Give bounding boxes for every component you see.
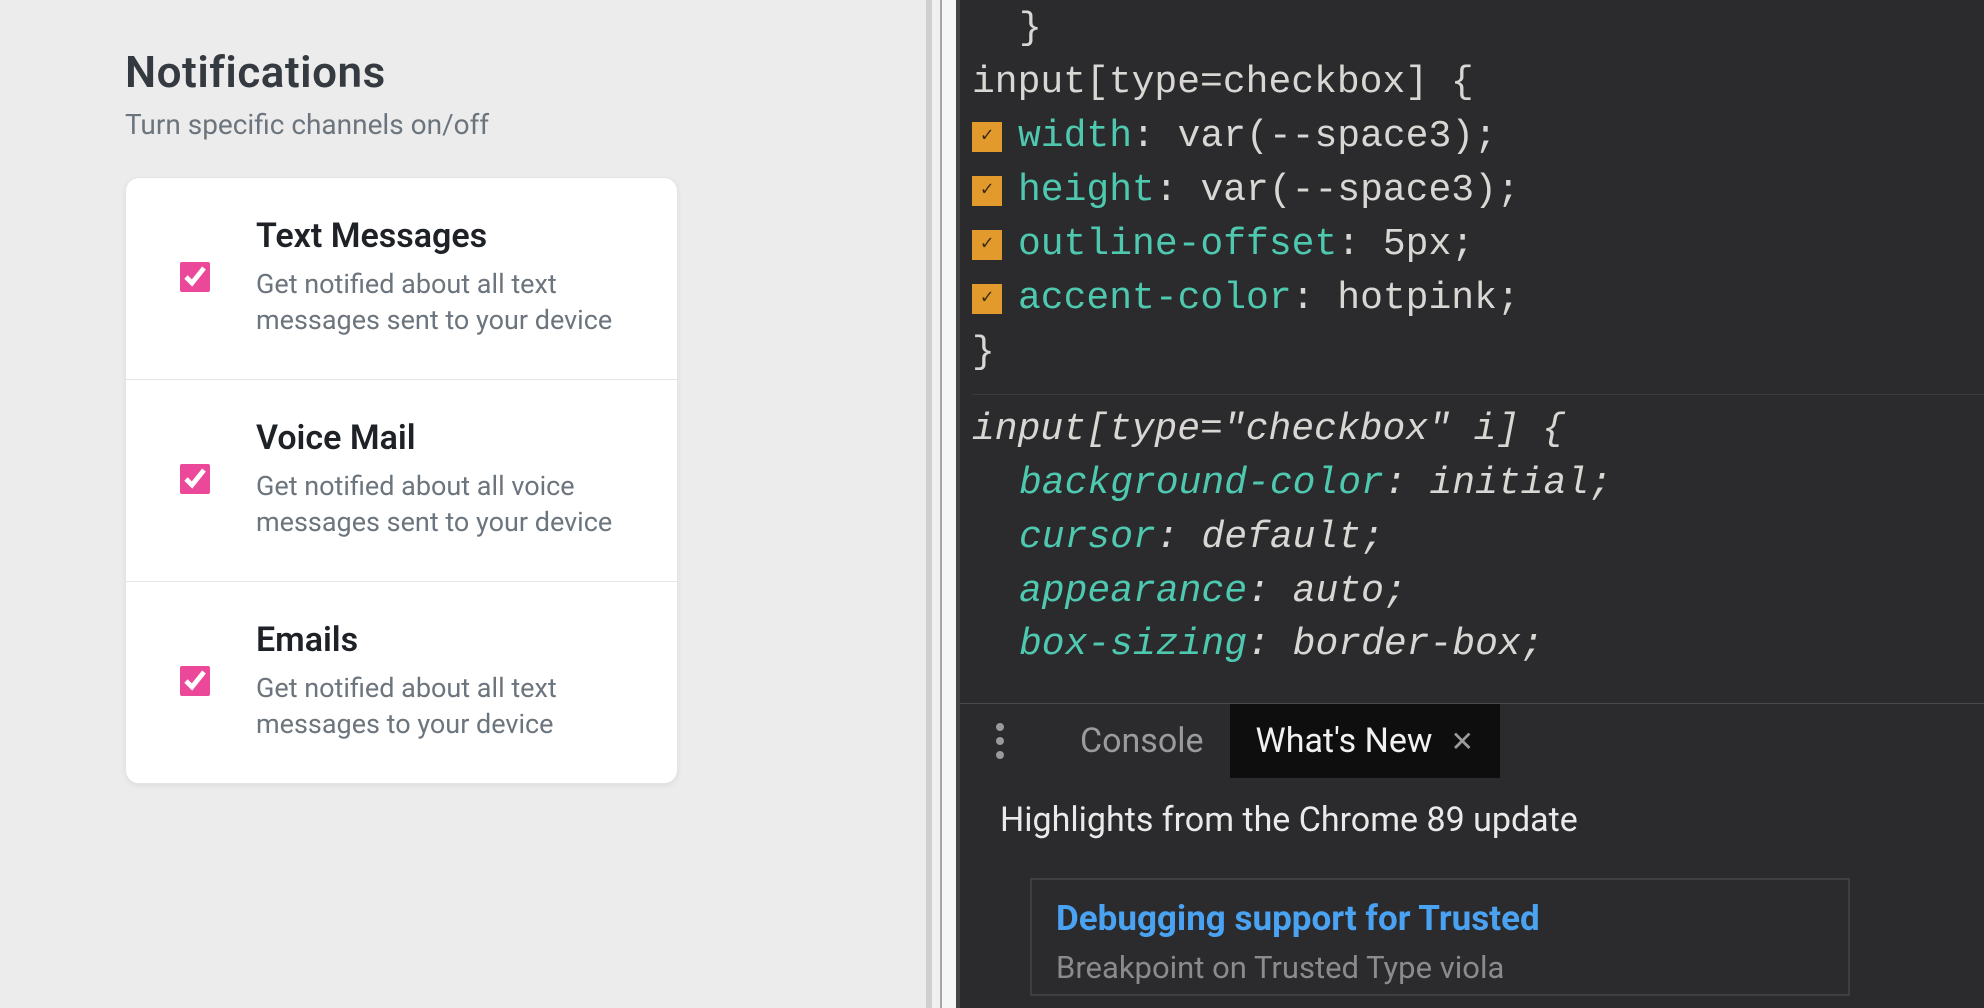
notifications-title: Notifications (125, 46, 685, 98)
drawer-tabs: Console What's New ✕ (960, 704, 1984, 778)
list-item-desc: Get notified about all text messages to … (256, 670, 643, 743)
css-rule-block: } input[type=checkbox] { width: var(--sp… (972, 0, 1984, 380)
drawer-body: Highlights from the Chrome 89 update Deb… (960, 778, 1984, 996)
list-item-desc: Get notified about all voice messages se… (256, 468, 643, 541)
list-item: Emails Get notified about all text messa… (126, 582, 677, 783)
tab-whats-new[interactable]: What's New ✕ (1230, 704, 1500, 778)
prev-brace: } (1019, 7, 1042, 50)
close-icon[interactable]: ✕ (1451, 725, 1474, 758)
devtools-panel: } input[type=checkbox] { width: var(--sp… (960, 0, 1984, 1008)
notifications-card: Text Messages Get notified about all tex… (125, 177, 678, 784)
list-item: Voice Mail Get notified about all voice … (126, 380, 677, 582)
list-item: Text Messages Get notified about all tex… (126, 178, 677, 380)
notifications-section: Notifications Turn specific channels on/… (125, 46, 685, 784)
more-icon[interactable] (982, 723, 1018, 759)
list-item-text: Voice Mail Get notified about all voice … (256, 418, 643, 541)
tab-console[interactable]: Console (1054, 704, 1230, 778)
styles-pane[interactable]: } input[type=checkbox] { width: var(--sp… (960, 0, 1984, 672)
toggle-declaration-checkbox[interactable] (972, 176, 1002, 206)
toggle-declaration-checkbox[interactable] (972, 230, 1002, 260)
toggle-declaration-checkbox[interactable] (972, 284, 1002, 314)
pane-divider[interactable] (926, 0, 960, 1008)
list-item-text: Text Messages Get notified about all tex… (256, 216, 643, 339)
list-item-title: Emails (256, 620, 643, 660)
devtools-drawer: Console What's New ✕ Highlights from the… (960, 703, 1984, 1008)
css-ua-rule-block: input[type="checkbox" i] { background-co… (972, 394, 1984, 673)
css-selector: input[type="checkbox" i] { (972, 408, 1565, 451)
css-declaration[interactable]: height: var(--space3); (972, 164, 1984, 218)
whats-new-item[interactable]: Debugging support for Trusted Breakpoint… (1030, 878, 1850, 996)
css-declaration[interactable]: accent-color: hotpink; (972, 272, 1984, 326)
toggle-declaration-checkbox[interactable] (972, 122, 1002, 152)
checkbox-voice-mail[interactable] (180, 464, 210, 494)
whats-new-sub: Breakpoint on Trusted Type viola (1056, 949, 1824, 986)
list-item-title: Text Messages (256, 216, 643, 256)
list-item-title: Voice Mail (256, 418, 643, 458)
page-preview: Notifications Turn specific channels on/… (0, 0, 926, 1008)
css-close-brace: } (972, 331, 995, 374)
whats-new-link[interactable]: Debugging support for Trusted (1056, 898, 1824, 939)
checkbox-emails[interactable] (180, 666, 210, 696)
list-item-text: Emails Get notified about all text messa… (256, 620, 643, 743)
css-selector[interactable]: input[type=checkbox] { (972, 61, 1474, 104)
notifications-subtitle: Turn specific channels on/off (125, 108, 685, 141)
list-item-desc: Get notified about all text messages sen… (256, 266, 643, 339)
css-declaration[interactable]: width: var(--space3); (972, 110, 1984, 164)
css-declaration[interactable]: outline-offset: 5px; (972, 218, 1984, 272)
checkbox-text-messages[interactable] (180, 262, 210, 292)
whats-new-headline: Highlights from the Chrome 89 update (1000, 800, 1984, 840)
